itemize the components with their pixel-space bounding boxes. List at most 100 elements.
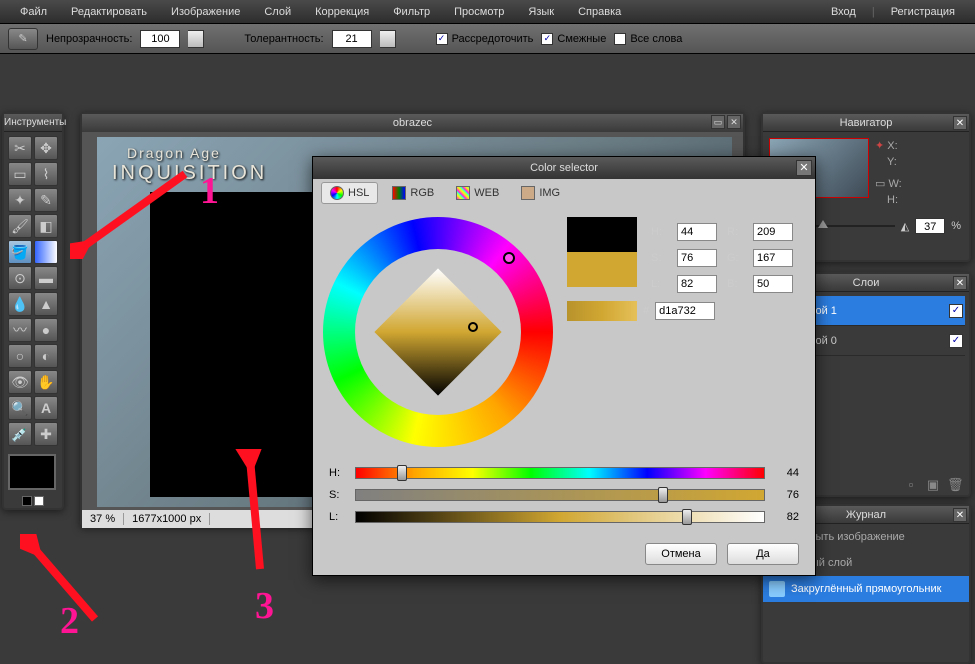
opacity-dropdown[interactable] [188, 30, 204, 48]
menu-file[interactable]: Файл [8, 6, 59, 18]
opacity-label: Непрозрачность: [46, 33, 132, 45]
game-logo-2: INQUISITION [112, 162, 267, 185]
h-slider[interactable] [355, 467, 765, 479]
game-logo-1: Dragon Age [127, 145, 221, 161]
s-input[interactable] [677, 249, 717, 267]
tolerance-input[interactable]: 21 [332, 30, 372, 48]
gradient-tool[interactable] [34, 240, 58, 264]
move-tool[interactable]: ✥ [34, 136, 58, 160]
annotation-number-3: 3 [255, 584, 274, 628]
h-label: H: [651, 226, 667, 238]
annotation-number-2: 2 [60, 599, 79, 643]
b-input[interactable] [753, 275, 793, 293]
s-slider[interactable] [355, 489, 765, 501]
close-icon[interactable]: ✕ [953, 508, 967, 522]
maximize-icon[interactable]: ▭ [711, 115, 725, 129]
g-input[interactable] [753, 249, 793, 267]
pencil-tool[interactable]: ✎ [34, 188, 58, 212]
s-label: S: [651, 252, 667, 264]
tolerance-label: Толерантность: [244, 33, 323, 45]
hue-marker[interactable] [503, 252, 515, 264]
foreground-color[interactable] [8, 454, 56, 490]
hand-tool[interactable]: ✋ [34, 370, 58, 394]
login-link[interactable]: Вход [819, 6, 868, 18]
menu-correction[interactable]: Коррекция [303, 6, 381, 18]
hex-input[interactable] [655, 302, 715, 320]
layer-visible-checkbox[interactable]: ✓ [949, 304, 963, 318]
swap-colors[interactable] [22, 496, 32, 506]
l-input[interactable] [677, 275, 717, 293]
lasso-tool[interactable]: ⌇ [34, 162, 58, 186]
tolerance-dropdown[interactable] [380, 30, 396, 48]
tab-img[interactable]: IMG [513, 183, 568, 203]
zoom-value[interactable]: 37 [915, 218, 945, 234]
crop-tool[interactable]: ✂ [8, 136, 32, 160]
zoom-in-icon[interactable]: ◭ [901, 220, 909, 233]
dodge-tool[interactable]: ○ [8, 344, 32, 368]
heal-tool[interactable]: ✚ [34, 422, 58, 446]
close-icon[interactable]: ✕ [796, 160, 812, 176]
new-layer-icon[interactable]: ▫ [903, 477, 919, 493]
menu-edit[interactable]: Редактировать [59, 6, 159, 18]
cancel-button[interactable]: Отмена [645, 543, 717, 565]
duplicate-layer-icon[interactable]: ▣ [925, 477, 941, 493]
tab-web[interactable]: WEB [448, 183, 507, 203]
brush-tool[interactable]: 🖌 [8, 214, 32, 238]
burn-tool[interactable]: ◐ [34, 344, 58, 368]
hash-label: # [643, 305, 649, 317]
option-bar: ✎ Непрозрачность: 100 Толерантность: 21 … [0, 24, 975, 54]
eraser-tool[interactable]: ◧ [34, 214, 58, 238]
bucket-tool[interactable]: 🪣 [8, 240, 32, 264]
h-input[interactable] [677, 223, 717, 241]
sharpen-tool[interactable]: ▲ [34, 292, 58, 316]
b-label: B: [727, 278, 743, 290]
r-input[interactable] [753, 223, 793, 241]
color-selector-dialog: Color selector ✕ HSL RGB WEB IMG [312, 156, 816, 576]
hex-swatch [567, 301, 637, 321]
close-icon[interactable]: ✕ [953, 276, 967, 290]
l-label: L: [651, 278, 667, 290]
canvas-title[interactable]: obrazec ▭✕ [82, 114, 743, 132]
sl-marker[interactable] [468, 322, 478, 332]
new-color-swatch[interactable] [567, 252, 637, 287]
close-icon[interactable]: ✕ [727, 115, 741, 129]
eyedrop-tool[interactable]: 💉 [8, 422, 32, 446]
allwords-checkbox[interactable]: Все слова [614, 33, 682, 45]
shape-tool[interactable]: ▬ [34, 266, 58, 290]
history-item[interactable]: Закруглённый прямоугольник [763, 576, 969, 602]
menu-view[interactable]: Просмотр [442, 6, 516, 18]
tab-hsl[interactable]: HSL [321, 182, 378, 204]
ok-button[interactable]: Да [727, 543, 799, 565]
menu-image[interactable]: Изображение [159, 6, 252, 18]
default-colors[interactable] [34, 496, 44, 506]
marquee-tool[interactable]: ▭ [8, 162, 32, 186]
sponge-tool[interactable]: ● [34, 318, 58, 342]
tools-title: Инструменты [4, 114, 62, 132]
redeye-tool[interactable]: 👁 [8, 370, 32, 394]
menu-layer[interactable]: Слой [252, 6, 303, 18]
close-icon[interactable]: ✕ [953, 116, 967, 130]
color-wheel[interactable] [323, 217, 553, 447]
scatter-checkbox[interactable]: ✓Рассредоточить [436, 33, 534, 45]
color-selector-title[interactable]: Color selector ✕ [313, 157, 815, 179]
smudge-tool[interactable]: 〰 [8, 318, 32, 342]
l-slider[interactable] [355, 511, 765, 523]
blur-tool[interactable]: 💧 [8, 292, 32, 316]
tool-icon-button[interactable]: ✎ [8, 28, 38, 50]
delete-layer-icon[interactable]: 🗑 [947, 477, 963, 493]
menu-filter[interactable]: Фильтр [381, 6, 442, 18]
wand-tool[interactable]: ✦ [8, 188, 32, 212]
adjacent-checkbox[interactable]: ✓Смежные [541, 33, 606, 45]
layer-visible-checkbox[interactable]: ✓ [949, 334, 963, 348]
annotation-arrow-2 [20, 534, 110, 629]
menu-lang[interactable]: Язык [516, 6, 566, 18]
tab-rgb[interactable]: RGB [384, 183, 442, 203]
zoom-tool[interactable]: 🔍 [8, 396, 32, 420]
g-label: G: [727, 252, 743, 264]
opacity-input[interactable]: 100 [140, 30, 180, 48]
type-tool[interactable]: A [34, 396, 58, 420]
old-color-swatch[interactable] [567, 217, 637, 252]
register-link[interactable]: Регистрация [879, 6, 967, 18]
menu-help[interactable]: Справка [566, 6, 633, 18]
clone-tool[interactable]: ⊙ [8, 266, 32, 290]
